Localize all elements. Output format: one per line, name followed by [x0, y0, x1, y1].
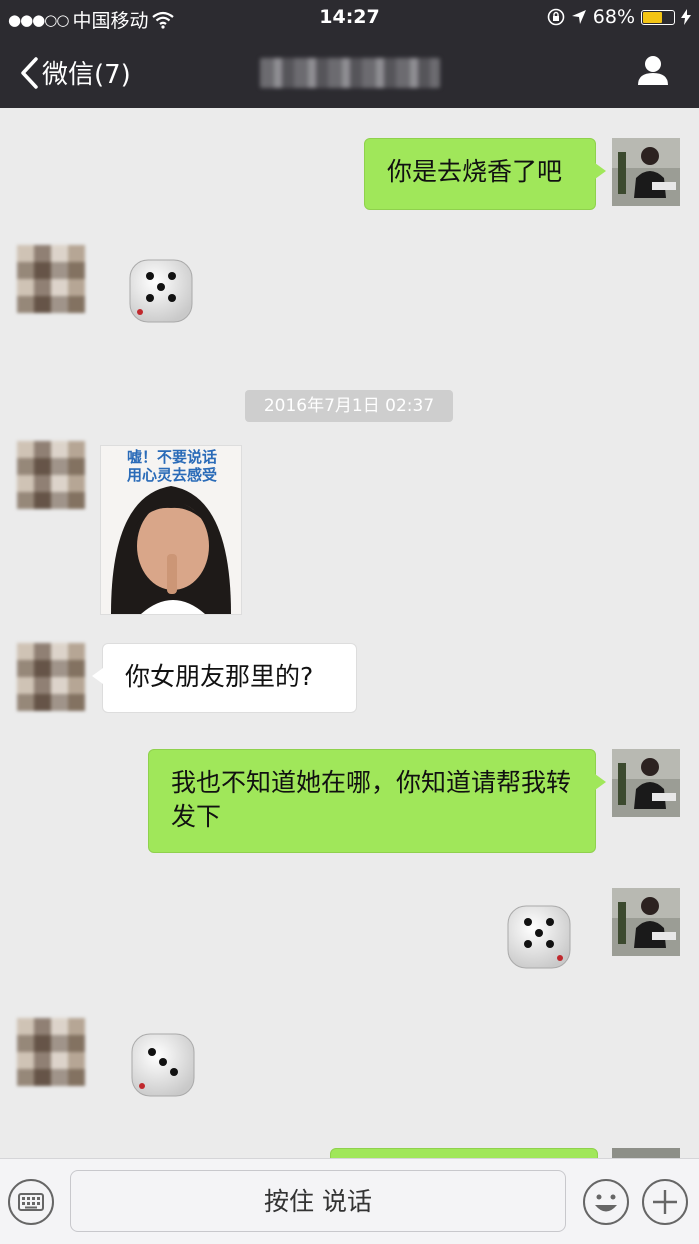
sticker-caption: 嘘！不要说话 用心灵去感受	[126, 448, 217, 484]
back-button[interactable]: 微信(7)	[20, 54, 131, 91]
avatar-self-image	[612, 888, 680, 956]
dice-icon[interactable]	[502, 900, 576, 974]
message-bubble[interactable]: 我也不知道她在哪，你知道请帮我转发下	[148, 749, 606, 853]
message-bubble[interactable]: 你女朋友那里的?	[92, 643, 357, 713]
avatar-self[interactable]	[612, 749, 680, 817]
message-timestamp: 2016年7月1日 02:37	[245, 390, 453, 422]
chat-title-blurred	[260, 58, 440, 88]
emoji-button[interactable]	[582, 1178, 630, 1230]
avatar-contact[interactable]	[17, 1018, 85, 1086]
battery-fill	[643, 11, 663, 23]
input-bar: 按住 说话	[0, 1158, 699, 1244]
chat-info-button[interactable]	[637, 54, 669, 90]
dice-icon[interactable]	[124, 254, 198, 328]
dice-icon[interactable]	[126, 1028, 200, 1102]
back-label: 微信(7)	[42, 60, 131, 90]
avatar-contact[interactable]	[17, 441, 85, 509]
avatar-self[interactable]	[612, 888, 680, 956]
rotation-lock-icon	[547, 8, 565, 26]
keyboard-icon	[8, 1179, 54, 1225]
battery-icon	[641, 9, 675, 25]
message-bubble[interactable]: 你是去烧香了吧	[364, 138, 606, 210]
plus-icon	[642, 1179, 688, 1225]
avatar-self[interactable]	[612, 138, 680, 206]
status-bar: ●●●○○ 中国移动 14:27 68%	[0, 0, 699, 36]
sticker-image[interactable]: 嘘！不要说话 用心灵去感受	[100, 445, 242, 615]
emoji-icon	[583, 1179, 629, 1225]
location-arrow-icon	[571, 10, 586, 24]
nav-bar: 微信(7)	[0, 36, 699, 108]
avatar-self[interactable]	[612, 1148, 680, 1158]
avatar-self-image	[612, 749, 680, 817]
chevron-left-icon	[21, 56, 38, 89]
message-bubble-partial[interactable]	[330, 1148, 598, 1158]
keyboard-toggle-button[interactable]	[7, 1178, 55, 1230]
avatar-self-image	[612, 138, 680, 206]
battery-percent: 68%	[592, 6, 635, 28]
chat-message-list[interactable]: 你是去烧香了吧 2016年7月1日 02:37 嘘！不要说话 用心灵去感受 你女…	[0, 108, 699, 1158]
avatar-contact[interactable]	[17, 245, 85, 313]
more-functions-button[interactable]	[641, 1178, 689, 1230]
person-icon	[638, 56, 668, 85]
charging-bolt-icon	[681, 9, 691, 25]
hold-to-talk-button[interactable]: 按住 说话	[70, 1170, 566, 1232]
avatar-contact[interactable]	[17, 643, 85, 711]
status-right: 68%	[547, 6, 691, 28]
